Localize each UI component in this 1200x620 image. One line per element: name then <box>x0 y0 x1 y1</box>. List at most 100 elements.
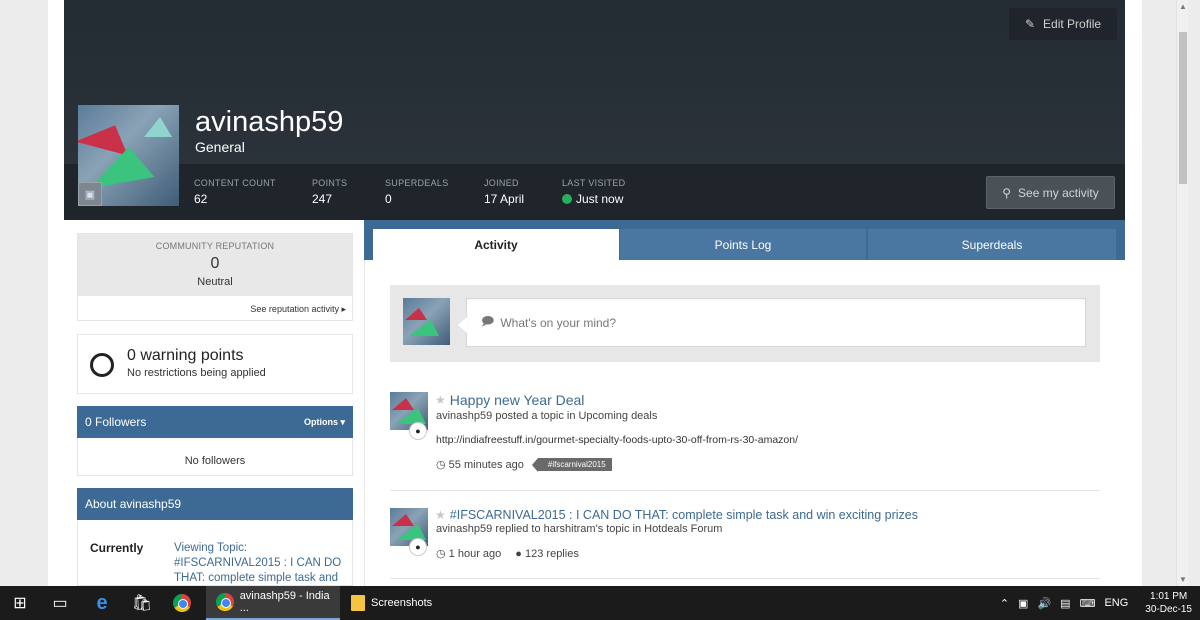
feed-title-link[interactable]: ★ #IFSCARNIVAL2015 : I CAN DO THAT: comp… <box>435 508 918 522</box>
scroll-down-icon[interactable]: ▼ <box>1179 575 1187 584</box>
chrome-icon[interactable] <box>162 586 202 620</box>
see-reputation-activity-link[interactable]: See reputation activity ▸ <box>78 296 352 315</box>
avatar-red-boat <box>405 308 427 320</box>
chrome-logo-icon <box>173 594 191 612</box>
scrollbar-thumb[interactable] <box>1179 32 1187 184</box>
about-body: Currently Viewing Topic: #IFSCARNIVAL201… <box>77 520 353 586</box>
status-update-input[interactable]: 🗩 What's on your mind? <box>458 298 1086 347</box>
change-photo-icon[interactable]: ▣ <box>78 182 102 206</box>
feed-item: ● ★ Happy new Year Deal avinashp59 poste… <box>390 392 1100 482</box>
stat-content-count: CONTENT COUNT 62 <box>194 178 276 206</box>
feed-divider <box>390 578 1100 579</box>
warning-subtitle: No restrictions being applied <box>127 367 266 379</box>
reputation-title: COMMUNITY REPUTATION <box>155 241 275 251</box>
see-my-activity-button[interactable]: ⚲ See my activity <box>986 176 1115 209</box>
edit-profile-label: Edit Profile <box>1043 17 1102 31</box>
feed-title-link[interactable]: ★ Happy new Year Deal <box>435 392 584 408</box>
store-icon[interactable]: 🛍 <box>122 586 162 620</box>
tab-activity[interactable]: Activity <box>373 229 619 260</box>
clock-icon: ◷ <box>436 548 446 560</box>
about-label: Currently <box>90 541 144 555</box>
stat-value: 62 <box>194 192 208 206</box>
feed-info-row: ◷ 55 minutes ago #ifscarnival2015 <box>436 458 612 472</box>
feed-tag[interactable]: #ifscarnival2015 <box>531 458 612 472</box>
windows-taskbar: ⊞ ▭ e 🛍 avinashp59 - India ... Screensho… <box>0 586 1200 620</box>
clock-date: 30-Dec-15 <box>1145 604 1192 615</box>
comment-icon: ● <box>515 547 522 560</box>
taskbar-app-label: Screenshots <box>371 597 433 609</box>
edge-browser-icon[interactable]: e <box>82 586 122 620</box>
star-icon: ★ <box>435 508 446 522</box>
taskbar-app-label: avinashp59 - India ... <box>239 590 330 614</box>
followers-title: 0 Followers <box>85 415 147 429</box>
profile-usergroup: General <box>195 139 245 155</box>
scroll-up-icon[interactable]: ▲ <box>1179 2 1187 11</box>
taskbar-clock[interactable]: 1:01 PM 30-Dec-15 <box>1145 590 1192 616</box>
reputation-box: COMMUNITY REPUTATION 0 Neutral See reput… <box>77 233 353 321</box>
status-update-box: 🗩 What's on your mind? <box>390 285 1100 362</box>
stat-superdeals: SUPERDEALS 0 <box>385 178 449 206</box>
about-current-activity-link[interactable]: Viewing Topic: #IFSCARNIVAL2015 : I CAN … <box>174 541 344 585</box>
feed-time: ◷ 1 hour ago <box>436 547 501 560</box>
feed-item: ● ★ #IFSCARNIVAL2015 : I CAN DO THAT: co… <box>390 508 1100 568</box>
stat-value: 247 <box>312 192 333 206</box>
tab-points-log[interactable]: Points Log <box>620 229 866 260</box>
browser-page: ✎ Edit Profile ▣ avinashp59 General CONT… <box>0 0 1188 586</box>
keyboard-icon[interactable]: ⌨ <box>1080 597 1096 610</box>
feed-time: ◷ 55 minutes ago <box>436 458 524 471</box>
reputation-score: 0 <box>210 255 220 272</box>
see-activity-label: See my activity <box>1018 185 1099 200</box>
reputation-status: Neutral <box>197 276 233 288</box>
stat-label: CONTENT COUNT <box>194 178 276 188</box>
avatar-teal-boat <box>144 117 172 137</box>
status-placeholder: What's on your mind? <box>500 315 617 330</box>
profile-header: ✎ Edit Profile ▣ avinashp59 General CONT… <box>64 0 1125 220</box>
avatar-green-boat <box>396 524 426 540</box>
feed-title-text: #IFSCARNIVAL2015 : I CAN DO THAT: comple… <box>449 508 918 522</box>
avatar-green-boat <box>396 408 426 424</box>
feed-time-text: 1 hour ago <box>448 548 502 560</box>
search-icon: ⚲ <box>1002 185 1012 200</box>
stat-value: 17 April <box>484 192 525 206</box>
feed-meta: avinashp59 replied to harshitram's topic… <box>436 523 723 535</box>
profile-tabs: Activity Points Log Superdeals <box>364 220 1125 260</box>
star-icon: ★ <box>435 393 446 407</box>
feed-info-row: ◷ 1 hour ago ● 123 replies <box>436 547 579 561</box>
chevron-up-icon[interactable]: ⌃ <box>1000 597 1009 610</box>
taskbar-app-chrome[interactable]: avinashp59 - India ... <box>206 586 340 620</box>
network-icon[interactable]: ▣ <box>1018 597 1028 610</box>
windows-start-icon[interactable]: ⊞ <box>0 586 40 620</box>
warning-title: 0 warning points <box>127 347 244 364</box>
stat-label: SUPERDEALS <box>385 178 449 188</box>
feed-url-text: http://indiafreestuff.in/gourmet-special… <box>436 434 799 446</box>
followers-options-button[interactable]: Options ▾ <box>304 417 345 428</box>
chrome-logo-icon <box>216 593 234 611</box>
volume-icon[interactable]: 🔊 <box>1037 597 1051 610</box>
tab-superdeals[interactable]: Superdeals <box>868 229 1116 260</box>
stat-value: Just now <box>576 192 624 206</box>
about-header: About avinashp59 <box>77 488 353 520</box>
system-tray: ⌃ ▣ 🔊 ▤ ⌨ ENG 1:01 PM 30-Dec-15 <box>1000 586 1200 620</box>
stat-label: JOINED <box>484 178 519 188</box>
notifications-icon[interactable]: ▤ <box>1060 597 1070 610</box>
taskbar-app-screenshots[interactable]: Screenshots <box>341 586 475 620</box>
language-indicator[interactable]: ENG <box>1104 597 1128 609</box>
stat-last-visited: LAST VISITED Just now <box>562 178 625 206</box>
status-avatar <box>403 298 450 345</box>
folder-icon <box>351 595 365 611</box>
feed-meta: avinashp59 posted a topic in Upcoming de… <box>436 410 658 422</box>
vertical-scrollbar[interactable]: ▲ ▼ <box>1176 0 1188 586</box>
avatar-green-boat <box>409 320 439 336</box>
task-view-icon[interactable]: ▭ <box>40 586 80 620</box>
clock-time: 1:01 PM <box>1150 591 1188 602</box>
feed-time-text: 55 minutes ago <box>448 459 524 471</box>
pencil-icon: ✎ <box>1024 17 1036 31</box>
edit-profile-button[interactable]: ✎ Edit Profile <box>1009 8 1117 40</box>
profile-username: avinashp59 <box>195 106 344 138</box>
feed-replies-text: 123 replies <box>525 547 579 560</box>
feed-replies[interactable]: ● 123 replies <box>515 548 579 560</box>
stat-label: LAST VISITED <box>562 178 626 188</box>
stat-value: 0 <box>385 192 392 206</box>
followers-header: 0 Followers Options ▾ <box>77 406 353 438</box>
stat-value-wrap: Just now <box>562 192 625 206</box>
